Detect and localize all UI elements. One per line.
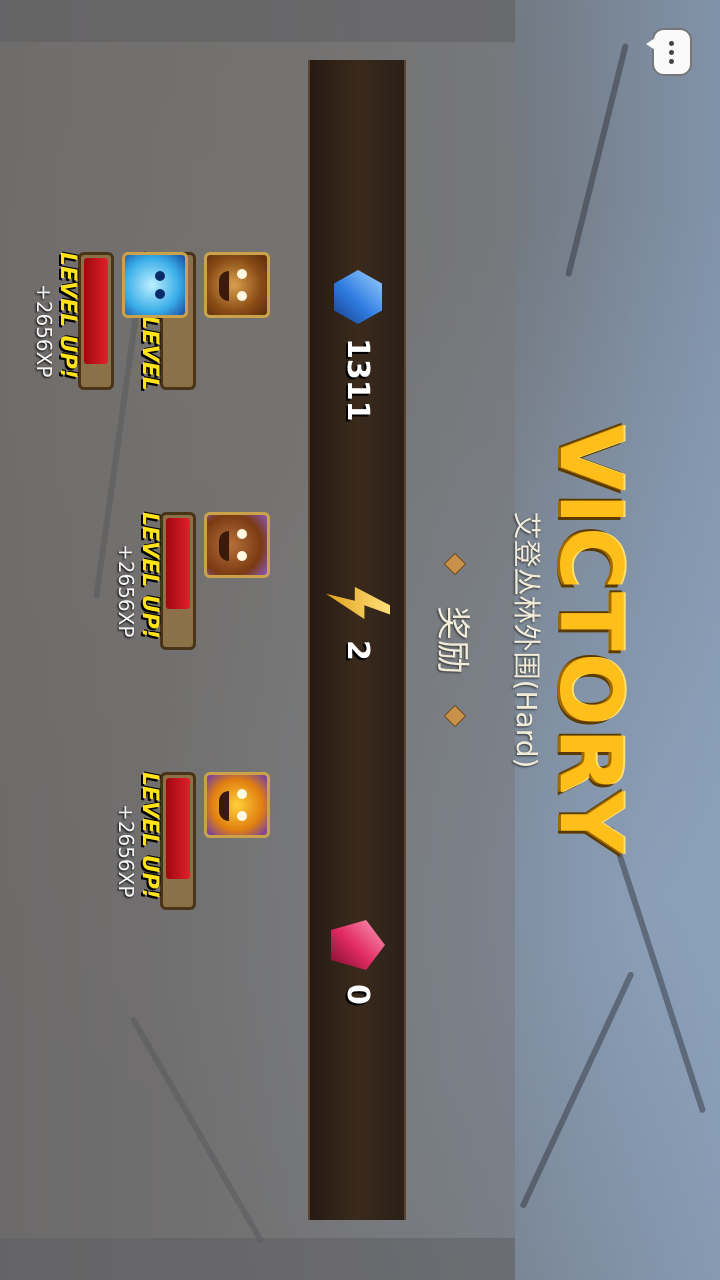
battle-result-screen: VICTORY 艾登丛林外围(Hard) 奖励 1311 2 0 MAX LEV… <box>0 0 720 1280</box>
lightning-icon <box>326 580 390 626</box>
diamond-ornament-icon <box>444 704 467 728</box>
stage-name: 艾登丛林外围(Hard) <box>510 511 543 769</box>
portrait-eye <box>237 269 247 279</box>
portrait-eye <box>155 289 165 299</box>
ruby-value: 0 <box>340 984 376 1005</box>
portrait-eye <box>237 551 247 561</box>
portrait-eye <box>237 529 247 539</box>
portrait-mouth <box>219 791 229 821</box>
xp-fill <box>84 258 108 364</box>
energy-value: 2 <box>340 640 376 661</box>
portrait-eye <box>237 811 247 821</box>
portrait-eye <box>237 789 247 799</box>
portrait-mouth <box>219 271 229 301</box>
blue-gem-icon <box>334 270 382 324</box>
hero-portrait-bunny[interactable] <box>204 512 270 578</box>
portrait-mouth <box>219 531 229 561</box>
chat-dot-icon <box>669 58 675 64</box>
hero-status-text: LEVEL UP! <box>137 512 162 639</box>
xp-bar <box>160 512 196 650</box>
gems-value: 1311 <box>340 338 376 422</box>
hero-xp-text: +2656XP <box>114 804 138 898</box>
red-gem-icon <box>331 920 385 970</box>
diamond-ornament-icon <box>444 552 467 576</box>
xp-bar <box>78 252 114 390</box>
hero-portrait-sun[interactable] <box>204 772 270 838</box>
xp-fill <box>166 778 190 879</box>
reward-gems: 1311 <box>328 270 388 422</box>
reward-label: 奖励 <box>432 606 472 674</box>
xp-fill <box>166 518 190 609</box>
reward-energy: 2 <box>328 580 388 661</box>
hero-portrait-ghost[interactable] <box>122 252 188 318</box>
hero-portrait-beast[interactable] <box>204 252 270 318</box>
reward-ruby: 0 <box>328 920 388 1005</box>
reward-bar: 1311 2 0 <box>308 60 406 1220</box>
hero-xp-text: +2656XP <box>114 544 138 638</box>
chat-button[interactable] <box>652 28 692 76</box>
reward-header: 奖励 <box>431 0 480 1280</box>
xp-bar <box>160 772 196 910</box>
portrait-eye <box>155 271 165 281</box>
hero-status-text: LEVEL UP! <box>55 252 80 379</box>
victory-title: VICTORY <box>540 424 640 856</box>
hero-xp-text: +2656XP <box>32 284 56 378</box>
portrait-eye <box>237 291 247 301</box>
chat-dot-icon <box>669 40 675 46</box>
hero-status-text: LEVEL UP! <box>137 772 162 899</box>
chat-dot-icon <box>669 49 675 55</box>
